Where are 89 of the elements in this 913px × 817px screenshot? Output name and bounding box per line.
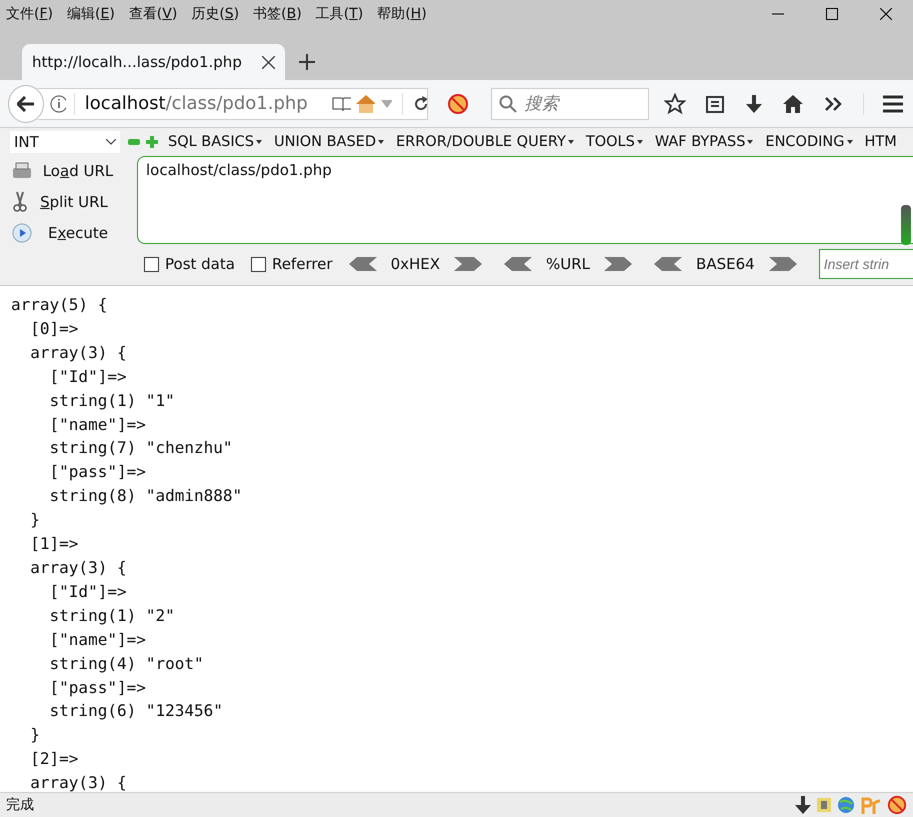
url-textarea[interactable]: localhost/class/pdo1.php [137, 156, 913, 244]
encode-arrow-icon[interactable] [604, 257, 632, 271]
decode-arrow-icon[interactable] [654, 257, 682, 271]
encode-arrow-icon[interactable] [768, 257, 797, 271]
search-icon [499, 94, 518, 112]
scissors-icon [12, 191, 28, 213]
maximize-icon[interactable] [826, 8, 838, 20]
output-line: string(1) "1" [48, 390, 175, 412]
address-field[interactable]: localhost/class/pdo1.php [38, 88, 428, 120]
output-line: string(1) "2" [48, 604, 175, 627]
play-icon [12, 223, 32, 243]
output-line: string(7) "chenzhu" [48, 437, 233, 460]
menu-item[interactable]: 文件(F) [6, 5, 53, 23]
list-icon[interactable] [704, 94, 724, 114]
double-chevron-icon[interactable] [824, 96, 842, 110]
chevron-down-icon [106, 139, 116, 145]
menu-item[interactable]: 书签(B) [253, 5, 302, 23]
caret-icon [568, 140, 574, 144]
action-button[interactable]: Load URL [10, 158, 137, 184]
download-icon[interactable] [744, 94, 764, 114]
printer-icon [12, 162, 32, 180]
close-icon[interactable] [880, 8, 892, 20]
browser-tab[interactable]: http://localh...lass/pdo1.php [22, 44, 285, 80]
blocked-icon[interactable] [887, 795, 907, 815]
action-button[interactable]: Execute [10, 220, 137, 246]
globe-icon[interactable] [837, 796, 855, 814]
home-icon[interactable] [782, 94, 804, 114]
hackbar-menu[interactable]: ENCODING [765, 134, 852, 150]
caret-icon [378, 140, 384, 144]
output-line: [0]=> [29, 318, 78, 340]
encoder-label: %URL [546, 255, 590, 273]
output-line: [2]=> [29, 748, 78, 770]
output-line: string(6) "123456" [48, 700, 223, 722]
encoder-label: BASE64 [696, 255, 755, 273]
output-line: array(5) { [11, 294, 108, 316]
caret-icon [636, 140, 643, 144]
menu-item[interactable]: 历史(S) [191, 5, 240, 23]
action-button[interactable]: Split URL [10, 189, 137, 215]
book-icon[interactable] [332, 96, 352, 112]
house-icon[interactable] [355, 94, 375, 114]
output-line: [1]=> [29, 533, 78, 556]
reload-icon[interactable] [412, 96, 427, 112]
hackbar-menu[interactable]: ERROR/DOUBLE QUERY [396, 134, 574, 150]
option-checkbox[interactable]: Referrer [250, 255, 333, 273]
close-icon[interactable] [262, 56, 275, 68]
output-line: array(3) { [29, 342, 127, 364]
output-line: string(4) "root" [48, 652, 204, 675]
output-line: ["name"]=> [48, 628, 146, 651]
output-line: ["Id"]=> [48, 366, 127, 388]
type-select[interactable]: INT [10, 131, 120, 153]
status-text: 完成 [6, 796, 34, 814]
hackbar-menu[interactable]: UNION BASED [274, 134, 384, 150]
menu-icon[interactable] [883, 94, 904, 112]
download-icon[interactable] [795, 796, 811, 814]
search-field[interactable]: 搜索 [491, 88, 650, 120]
star-icon[interactable] [664, 92, 686, 114]
output-line: ["name"]=> [48, 414, 146, 436]
output-line: ["Id"]=> [48, 580, 127, 603]
output-line: ["pass"]=> [48, 676, 146, 698]
menu-item[interactable]: 工具(T) [316, 5, 364, 23]
hackbar-menu[interactable]: SQL BASICS [168, 134, 262, 150]
hackbar-menu[interactable]: HTM [864, 134, 897, 150]
encoder-label: 0xHEX [390, 255, 440, 273]
blocked-icon[interactable] [446, 92, 469, 114]
insert-string-field[interactable]: Insert strin [818, 249, 913, 279]
menu-item[interactable]: 查看(V) [128, 5, 178, 23]
plus-icon[interactable] [299, 54, 315, 70]
caret-icon [747, 140, 754, 144]
menu-item[interactable]: 帮助(H) [377, 5, 427, 23]
menu-item[interactable]: 编辑(E) [67, 5, 115, 23]
caret-icon [846, 140, 852, 144]
output-line: } [29, 724, 40, 746]
decode-arrow-icon[interactable] [348, 257, 377, 271]
output-line: ["pass"]=> [48, 461, 146, 484]
hackbar-menu[interactable]: WAF BYPASS [654, 134, 754, 150]
encode-arrow-icon[interactable] [454, 257, 482, 271]
back-button[interactable] [8, 84, 44, 122]
output-line: array(3) { [29, 556, 127, 579]
back-arrow-icon [16, 96, 35, 112]
info-icon[interactable] [50, 94, 66, 112]
output-line: } [29, 509, 40, 532]
hackbar-menu[interactable]: TOOLS [586, 134, 643, 150]
note-icon[interactable] [817, 798, 831, 812]
decode-arrow-icon[interactable] [504, 257, 532, 271]
scrollbar-thumb[interactable] [901, 205, 911, 245]
caret-icon [256, 140, 262, 144]
option-checkbox[interactable]: Post data [144, 255, 235, 273]
output-line: array(3) { [29, 772, 127, 792]
output-line: string(8) "admin888" [48, 485, 242, 508]
